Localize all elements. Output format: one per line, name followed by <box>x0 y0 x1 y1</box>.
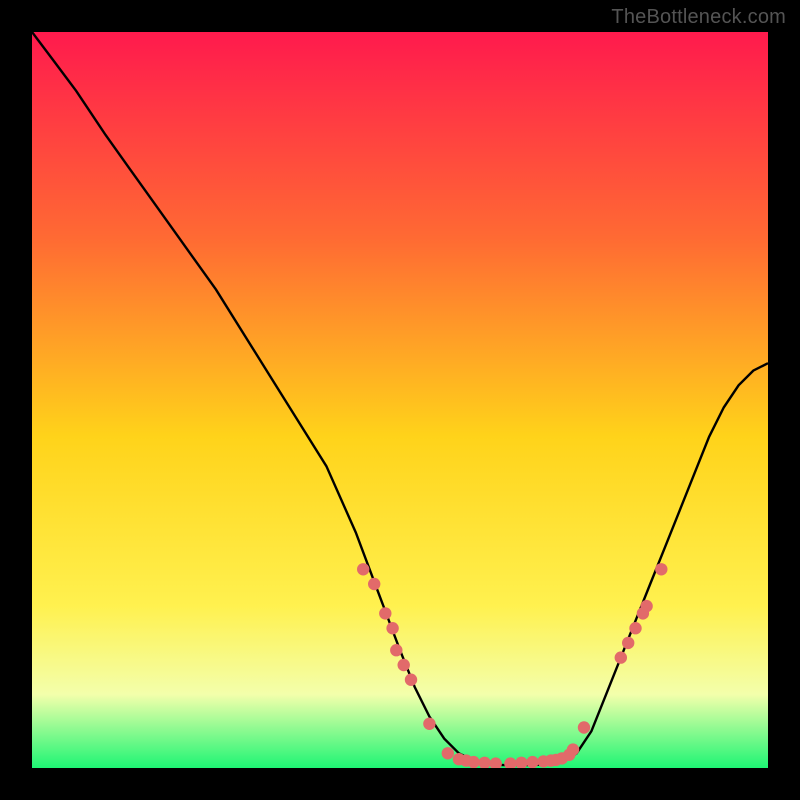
data-point <box>578 721 590 733</box>
data-point <box>442 747 454 759</box>
data-point <box>398 659 410 671</box>
data-point <box>640 600 652 612</box>
data-point <box>467 756 479 768</box>
data-point <box>567 743 579 755</box>
data-point <box>615 651 627 663</box>
watermark-text: TheBottleneck.com <box>611 6 786 29</box>
data-point <box>629 622 641 634</box>
data-point <box>386 622 398 634</box>
gradient-background <box>32 32 768 768</box>
chart-plot-area <box>32 32 768 768</box>
data-point <box>390 644 402 656</box>
data-point <box>423 718 435 730</box>
chart-svg <box>32 32 768 768</box>
data-point <box>526 756 538 768</box>
data-point <box>405 674 417 686</box>
data-point <box>379 607 391 619</box>
data-point <box>655 563 667 575</box>
data-point <box>357 563 369 575</box>
data-point <box>368 578 380 590</box>
data-point <box>622 637 634 649</box>
